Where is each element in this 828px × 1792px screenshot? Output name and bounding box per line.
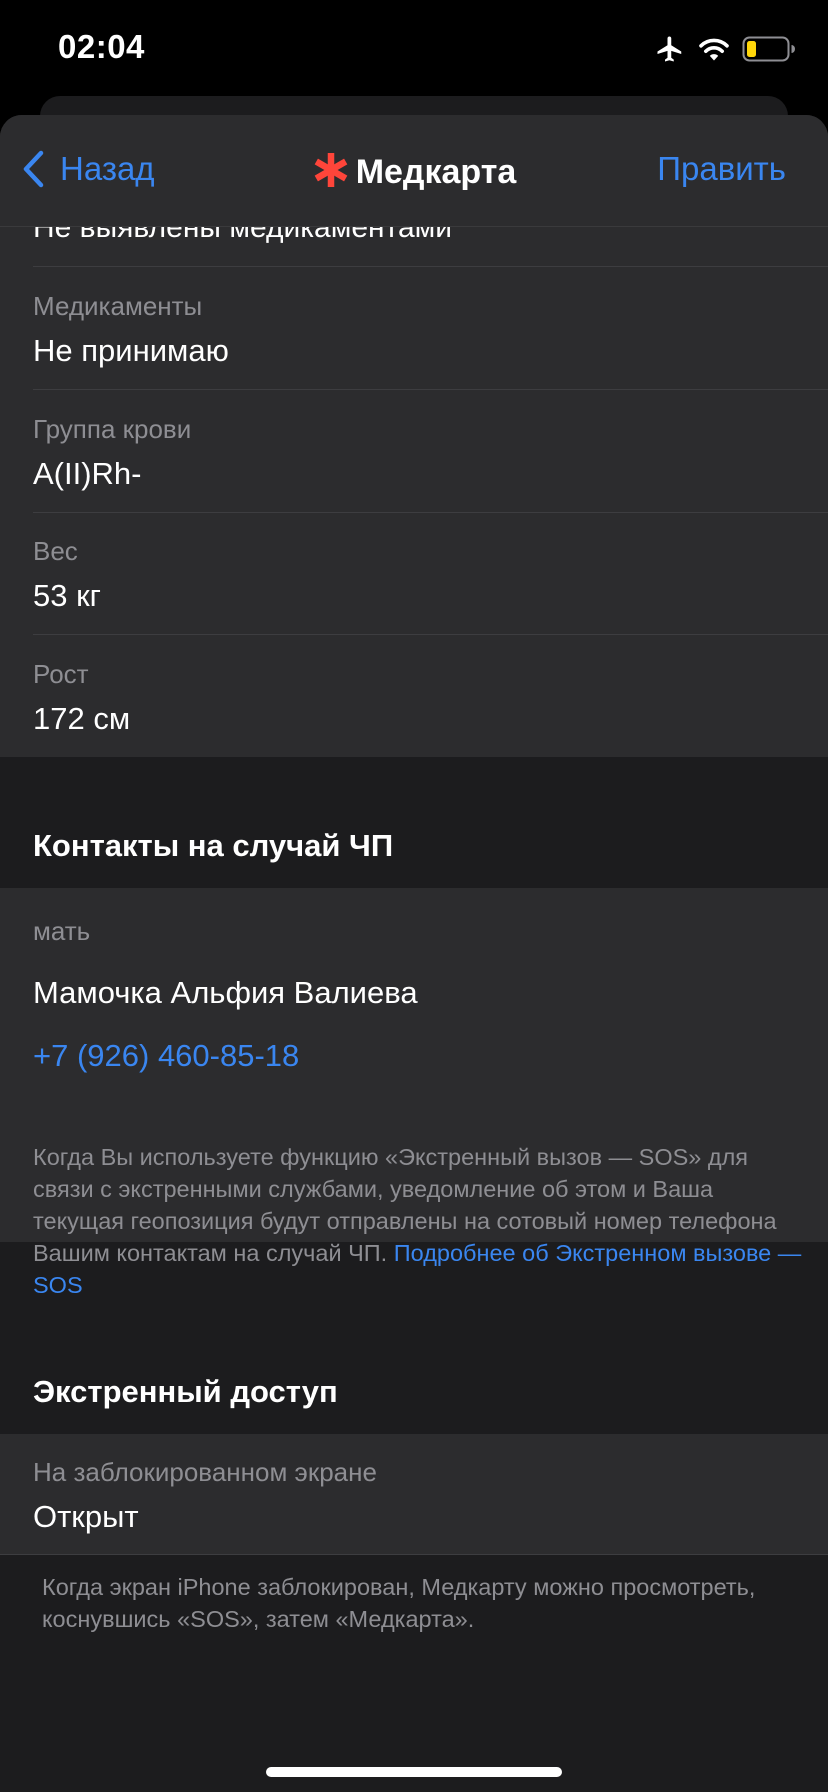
divider: [33, 512, 828, 513]
status-time: 02:04: [58, 28, 145, 65]
airplane-mode-icon: [657, 36, 682, 62]
contact-name-value: Мамочка Альфия Валиева: [33, 975, 418, 1010]
weight-row: Вес 53 кг: [33, 536, 828, 614]
height-row: Рост 172 см: [33, 659, 828, 737]
contact-relation-label: мать: [33, 916, 91, 946]
divider: [33, 634, 828, 635]
medications-label: Медикаменты: [33, 291, 203, 321]
emergency-contacts-header: Контакты на случай ЧП: [33, 828, 394, 863]
home-indicator[interactable]: [266, 1767, 562, 1777]
status-icons: [654, 34, 796, 64]
divider: [0, 1554, 828, 1555]
contact-name: Мамочка Альфия Валиева: [33, 975, 828, 1011]
divider: [33, 266, 828, 267]
contact-phone-link[interactable]: +7 (926) 460-85-18: [33, 1038, 299, 1073]
screen: 02:04 Назад Медкарта Править Не выявлены…: [0, 0, 828, 1792]
medications-row: Медикаменты Не принимаю: [33, 291, 828, 369]
emergency-access-header: Экстренный доступ: [33, 1374, 338, 1409]
divider: [33, 389, 828, 390]
blood-type-label: Группа крови: [33, 414, 192, 444]
contact-relation: мать: [33, 916, 828, 946]
medical-asterisk-icon: [314, 153, 348, 187]
contact-phone-row: +7 (926) 460-85-18: [33, 1038, 828, 1074]
blood-type-value: A(II)Rh-: [33, 456, 142, 491]
battery-low-icon: [742, 36, 795, 62]
wifi-icon: [699, 38, 729, 61]
height-label: Рост: [33, 659, 89, 689]
sos-footnote: Когда Вы используете функцию «Экстренный…: [33, 1141, 803, 1301]
lock-screen-label: На заблокированном экране: [33, 1457, 377, 1487]
lock-screen-row: На заблокированном экране Открыт: [33, 1457, 828, 1535]
height-value: 172 см: [33, 701, 131, 736]
weight-value: 53 кг: [33, 578, 101, 613]
blood-type-row: Группа крови A(II)Rh-: [33, 414, 828, 492]
edit-button[interactable]: Править: [657, 150, 786, 188]
medical-id-sheet: Назад Медкарта Править Не выявлены медик…: [0, 115, 828, 1792]
emergency-access-group: На заблокированном экране Открыт: [0, 1434, 828, 1555]
page-title-text: Медкарта: [355, 153, 517, 191]
weight-label: Вес: [33, 536, 78, 566]
lock-screen-footnote: Когда экран iPhone заблокирован, Медкарт…: [42, 1574, 756, 1632]
lock-screen-value: Открыт: [33, 1499, 139, 1534]
medications-value: Не принимаю: [33, 333, 229, 368]
navigation-bar: Назад Медкарта Править: [0, 115, 828, 227]
